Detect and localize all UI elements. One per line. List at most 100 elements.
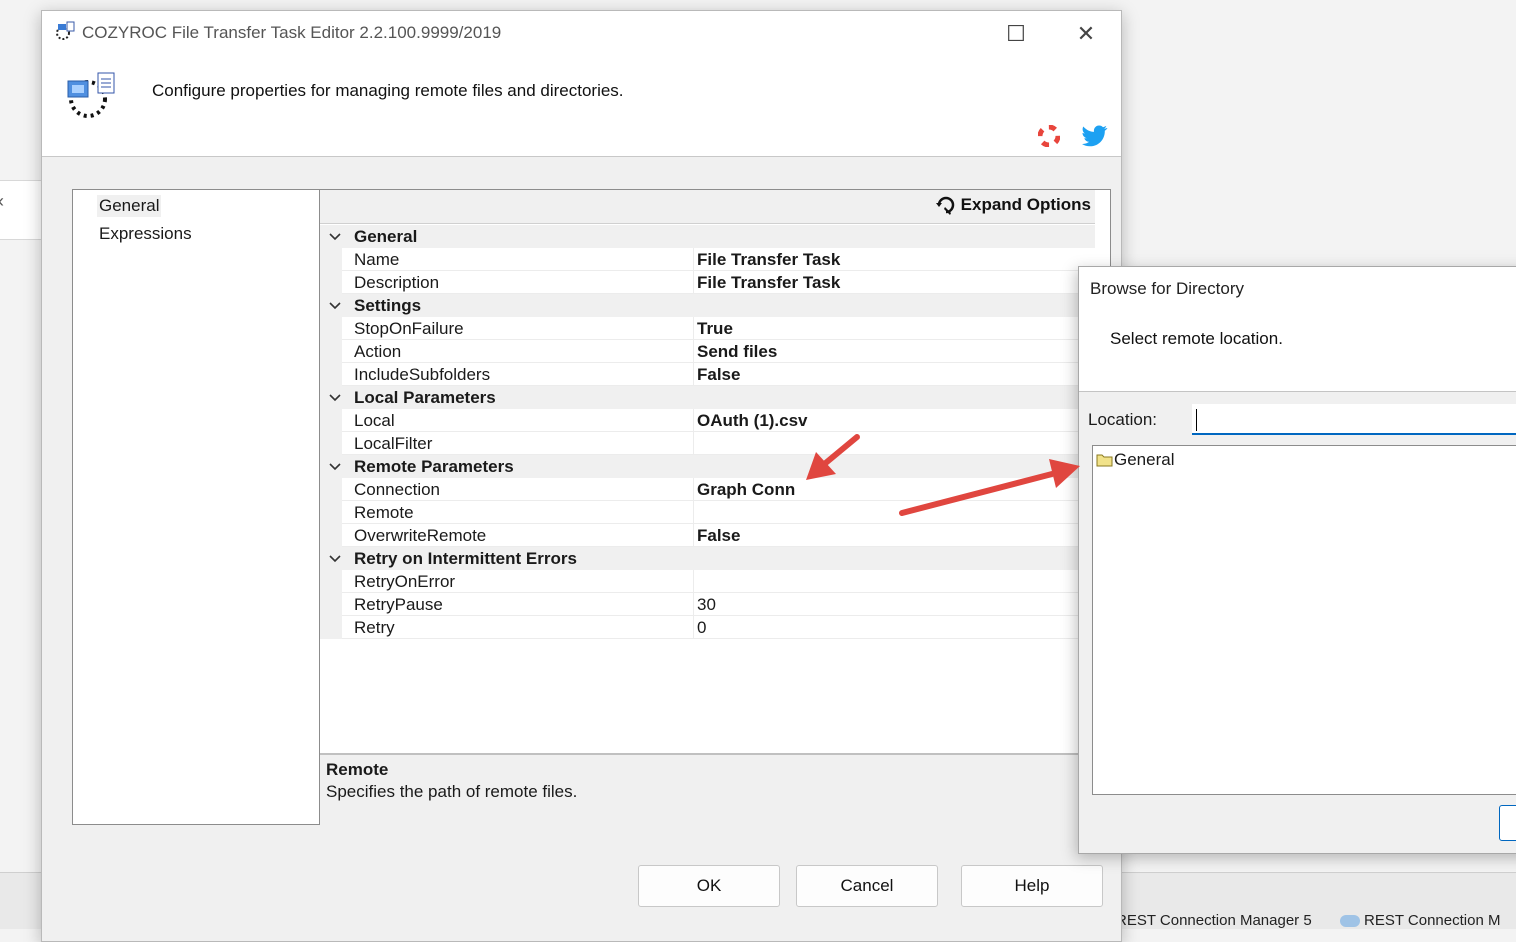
category-label: Remote Parameters — [354, 457, 514, 476]
nav-item-expressions[interactable]: Expressions — [97, 223, 194, 245]
column-divider — [693, 340, 694, 363]
background-tab[interactable]: REST Connection M — [1340, 912, 1500, 929]
row-gutter — [320, 432, 342, 455]
ok-button[interactable]: OK — [638, 865, 780, 907]
column-divider — [693, 317, 694, 340]
property-value[interactable]: File Transfer Task — [697, 273, 840, 293]
property-value[interactable]: Graph Conn — [697, 480, 795, 500]
property-value[interactable]: False — [697, 365, 740, 385]
expand-options-button[interactable]: Expand Options — [935, 194, 1091, 216]
property-row[interactable]: Retry 0 — [320, 616, 1095, 639]
property-name: IncludeSubfolders — [354, 365, 491, 384]
maximize-button[interactable]: ☐ — [993, 17, 1039, 51]
row-gutter — [320, 317, 342, 340]
property-row[interactable]: IncludeSubfolders False — [320, 363, 1095, 386]
help-text: Specifies the path of remote files. — [326, 782, 578, 801]
row-gutter — [320, 271, 342, 294]
directory-tree: General — [1092, 445, 1516, 795]
property-name: Name — [354, 250, 400, 269]
row-gutter — [320, 501, 342, 524]
row-gutter — [320, 616, 342, 639]
category-row[interactable]: Retry on Intermittent Errors — [320, 547, 1095, 570]
row-gutter — [320, 340, 342, 363]
property-help-area: Remote Specifies the path of remote file… — [320, 753, 1095, 825]
property-value[interactable]: Send files — [697, 342, 777, 362]
tree-node-general[interactable]: General — [1096, 450, 1174, 470]
nav-item-general[interactable]: General — [97, 195, 162, 217]
category-row[interactable]: Remote Parameters — [320, 455, 1095, 478]
row-gutter — [320, 363, 342, 386]
category-label: General — [354, 227, 418, 246]
property-row[interactable]: Local OAuth (1).csv — [320, 409, 1095, 432]
chevron-down-icon[interactable] — [327, 455, 343, 478]
dialog-ok-button[interactable] — [1499, 805, 1516, 841]
grid-rows: General Name File Transfer Task Description… — [320, 225, 1095, 639]
property-row[interactable]: Action Send files — [320, 340, 1095, 363]
property-row[interactable]: RetryPause 30 — [320, 593, 1095, 616]
property-value[interactable]: OAuth (1).csv — [697, 411, 808, 431]
lifebuoy-help-icon[interactable] — [1038, 125, 1060, 147]
chevron-left-icon[interactable]: ‹ — [0, 191, 4, 212]
chevron-down-icon[interactable] — [327, 225, 343, 248]
chevron-down-icon[interactable] — [327, 547, 343, 570]
property-row[interactable]: RetryOnError — [320, 570, 1095, 593]
property-name: LocalFilter — [354, 434, 433, 453]
nav-panel: General Expressions — [72, 189, 320, 825]
help-button[interactable]: Help — [961, 865, 1103, 907]
column-divider — [693, 248, 694, 271]
text-caret — [1196, 409, 1197, 431]
property-row[interactable]: Name File Transfer Task — [320, 248, 1095, 271]
column-divider — [693, 363, 694, 386]
row-gutter — [320, 248, 342, 271]
column-divider — [693, 432, 694, 455]
cancel-button[interactable]: Cancel — [796, 865, 938, 907]
row-gutter — [320, 409, 342, 432]
column-divider — [693, 409, 694, 432]
column-divider — [693, 593, 694, 616]
row-gutter — [320, 524, 342, 547]
editor-window: COZYROC File Transfer Task Editor 2.2.10… — [41, 10, 1122, 942]
property-name: RetryOnError — [354, 572, 456, 591]
category-row[interactable]: General — [320, 225, 1095, 248]
chevron-down-icon[interactable] — [327, 294, 343, 317]
property-row[interactable]: Description File Transfer Task — [320, 271, 1095, 294]
property-row[interactable]: Connection Graph Conn — [320, 478, 1095, 501]
column-divider — [693, 501, 694, 524]
property-name: RetryPause — [354, 595, 443, 614]
property-value[interactable]: False — [697, 526, 740, 546]
chevron-down-icon[interactable] — [327, 386, 343, 409]
property-grid: Expand Options General Name File Transfer … — [319, 189, 1111, 825]
category-row[interactable]: Local Parameters — [320, 386, 1095, 409]
category-row[interactable]: Settings — [320, 294, 1095, 317]
property-value[interactable]: 30 — [697, 595, 716, 615]
property-row[interactable]: OverwriteRemote False — [320, 524, 1095, 547]
row-gutter — [320, 478, 342, 501]
close-button[interactable]: ✕ — [1063, 17, 1109, 51]
category-label: Local Parameters — [354, 388, 496, 407]
location-label: Location: — [1088, 410, 1157, 429]
background-tab[interactable]: REST Connection Manager 5 — [1116, 912, 1312, 929]
property-value[interactable]: File Transfer Task — [697, 250, 840, 270]
property-name: StopOnFailure — [354, 319, 464, 338]
row-gutter — [320, 593, 342, 616]
category-label: Settings — [354, 296, 422, 315]
property-name: Action — [354, 342, 402, 361]
background-panel: ‹ — [0, 180, 43, 240]
property-row[interactable]: StopOnFailure True — [320, 317, 1095, 340]
browse-directory-dialog: Browse for Directory Select remote locat… — [1078, 266, 1516, 854]
property-value[interactable]: True — [697, 319, 733, 339]
property-name: Connection — [354, 480, 441, 499]
file-transfer-icon — [67, 72, 115, 118]
window-title: COZYROC File Transfer Task Editor 2.2.10… — [82, 23, 502, 42]
property-value[interactable]: 0 — [697, 618, 706, 638]
browse-header: Browse for Directory Select remote locat… — [1079, 267, 1516, 392]
row-gutter — [320, 570, 342, 593]
property-name: Remote — [354, 503, 414, 522]
category-label: Retry on Intermittent Errors — [354, 549, 577, 568]
column-divider — [693, 616, 694, 639]
property-name: Description — [354, 273, 440, 292]
location-input[interactable] — [1192, 404, 1516, 435]
property-row[interactable]: LocalFilter — [320, 432, 1095, 455]
property-row[interactable]: Remote — [320, 501, 1095, 524]
twitter-icon[interactable] — [1082, 125, 1108, 147]
